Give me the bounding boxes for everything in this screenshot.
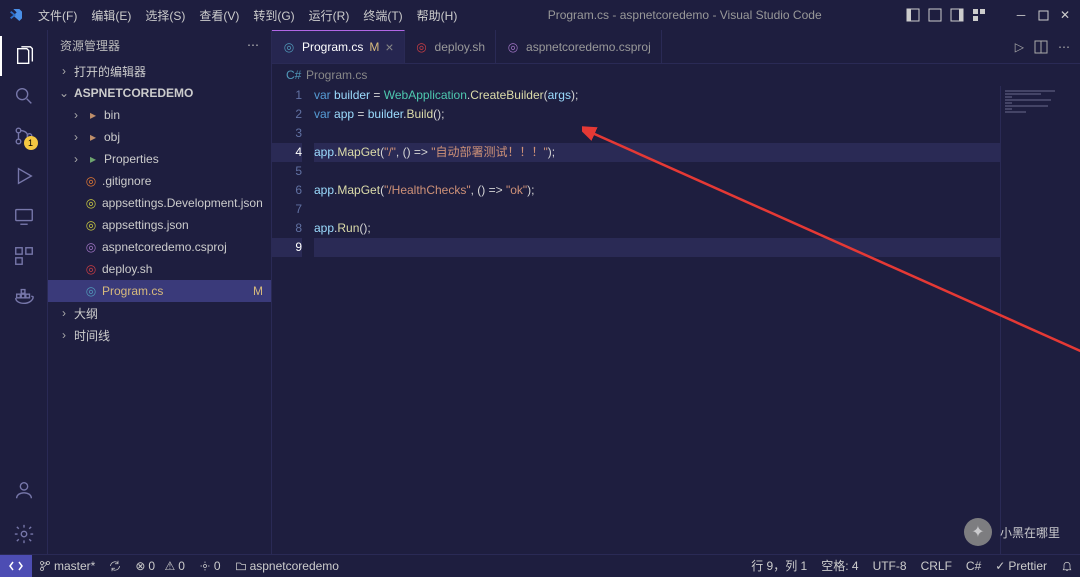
csharp-icon: C# — [286, 68, 300, 82]
file-icon: ◎ — [84, 284, 98, 298]
folder-bin[interactable]: ›▸bin — [48, 104, 271, 126]
vscode-icon — [8, 7, 24, 23]
sidebar-header: 资源管理器 ⋯ — [48, 30, 271, 60]
menu-help[interactable]: 帮助(H) — [411, 3, 464, 28]
file-tree: ›打开的编辑器 ⌄ASPNETCOREDEMO ›▸bin›▸obj›▸Prop… — [48, 60, 271, 554]
editor-area: ◎Program.csM×◎deploy.sh◎aspnetcoredemo.c… — [272, 30, 1080, 554]
activity-remote[interactable] — [0, 196, 48, 236]
tab-aspnetcoredemo.csproj[interactable]: ◎aspnetcoredemo.csproj — [496, 30, 662, 63]
file-icon: ◎ — [84, 262, 98, 276]
folder-obj[interactable]: ›▸obj — [48, 126, 271, 148]
status-prettier[interactable]: ✓ Prettier — [988, 555, 1054, 577]
layout-customize-icon[interactable] — [972, 8, 986, 22]
code-editor[interactable]: 123456789 var builder = WebApplication.C… — [272, 86, 1080, 554]
activity-settings[interactable] — [0, 514, 48, 554]
folder-Properties[interactable]: ›▸Properties — [48, 148, 271, 170]
status-sync[interactable] — [102, 555, 128, 577]
activity-explorer[interactable] — [0, 36, 48, 76]
breadcrumb-label: Program.cs — [306, 68, 367, 82]
status-bar: master* ⊗0 ⚠0 0 aspnetcoredemo 行 9，列 1 空… — [0, 554, 1080, 576]
status-spaces[interactable]: 空格: 4 — [814, 555, 865, 577]
file-icon: ◎ — [506, 40, 520, 54]
tab-Program.cs[interactable]: ◎Program.csM× — [272, 30, 405, 63]
close-tab-icon[interactable]: × — [385, 39, 393, 55]
section-workspace[interactable]: ⌄ASPNETCOREDEMO — [48, 82, 271, 104]
activity-account[interactable] — [0, 470, 48, 510]
menu-select[interactable]: 选择(S) — [139, 3, 191, 28]
status-branch[interactable]: master* — [32, 555, 102, 577]
status-problems[interactable]: ⊗0 ⚠0 — [128, 555, 192, 577]
file-icon: ◎ — [415, 40, 429, 54]
file-appsettings.json[interactable]: ◎appsettings.json — [48, 214, 271, 236]
file-appsettings.Development.json[interactable]: ◎appsettings.Development.json — [48, 192, 271, 214]
file-deploy.sh[interactable]: ◎deploy.sh — [48, 258, 271, 280]
title-bar: 文件(F) 编辑(E) 选择(S) 查看(V) 转到(G) 运行(R) 终端(T… — [0, 0, 1080, 30]
menu-go[interactable]: 转到(G) — [247, 3, 300, 28]
layout-secondary-icon[interactable] — [950, 8, 964, 22]
section-open-editors[interactable]: ›打开的编辑器 — [48, 60, 271, 82]
status-ports[interactable]: 0 — [192, 555, 228, 577]
file-aspnetcoredemo.csproj[interactable]: ◎aspnetcoredemo.csproj — [48, 236, 271, 258]
close-icon[interactable]: ✕ — [1058, 8, 1072, 22]
status-encoding[interactable]: UTF-8 — [866, 555, 914, 577]
status-project[interactable]: aspnetcoredemo — [228, 555, 346, 577]
folder-icon: ▸ — [86, 152, 100, 166]
section-timeline[interactable]: ›时间线 — [48, 324, 271, 346]
activity-search[interactable] — [0, 76, 48, 116]
breadcrumb[interactable]: C# Program.cs — [272, 64, 1080, 86]
editor-tabs: ◎Program.csM×◎deploy.sh◎aspnetcoredemo.c… — [272, 30, 1080, 64]
remote-indicator[interactable] — [0, 555, 32, 577]
file-icon: ◎ — [84, 240, 98, 254]
line-gutter: 123456789 — [272, 86, 314, 554]
status-language[interactable]: C# — [959, 555, 988, 577]
menu-view[interactable]: 查看(V) — [193, 3, 245, 28]
layout-primary-icon[interactable] — [906, 8, 920, 22]
more-editor-icon[interactable]: ⋯ — [1058, 40, 1070, 54]
file-icon: ◎ — [84, 196, 98, 210]
sidebar-more-icon[interactable]: ⋯ — [247, 38, 259, 52]
menu-bar: 文件(F) 编辑(E) 选择(S) 查看(V) 转到(G) 运行(R) 终端(T… — [32, 3, 463, 28]
layout-bottom-icon[interactable] — [928, 8, 942, 22]
menu-run[interactable]: 运行(R) — [303, 3, 356, 28]
section-outline[interactable]: ›大纲 — [48, 302, 271, 324]
activity-bar: 1 — [0, 30, 48, 554]
file-icon: ◎ — [282, 40, 296, 54]
wechat-icon: ✦ — [964, 518, 992, 546]
menu-edit[interactable]: 编辑(E) — [85, 3, 137, 28]
activity-docker[interactable] — [0, 276, 48, 316]
file-.gitignore[interactable]: ◎.gitignore — [48, 170, 271, 192]
activity-extensions[interactable] — [0, 236, 48, 276]
folder-icon: ▸ — [86, 108, 100, 122]
scm-badge: 1 — [24, 136, 38, 150]
run-editor-icon[interactable]: ▷ — [1015, 40, 1024, 54]
folder-icon: ▸ — [86, 130, 100, 144]
sidebar: 资源管理器 ⋯ ›打开的编辑器 ⌄ASPNETCOREDEMO ›▸bin›▸o… — [48, 30, 272, 554]
tab-deploy.sh[interactable]: ◎deploy.sh — [405, 30, 496, 63]
status-cursor[interactable]: 行 9，列 1 — [744, 555, 814, 577]
minimize-icon[interactable]: ─ — [1014, 8, 1028, 22]
file-icon: ◎ — [84, 174, 98, 188]
status-eol[interactable]: CRLF — [914, 555, 959, 577]
window-title: Program.cs - aspnetcoredemo - Visual Stu… — [463, 8, 906, 22]
menu-terminal[interactable]: 终端(T) — [357, 3, 408, 28]
activity-debug[interactable] — [0, 156, 48, 196]
minimap[interactable] — [1000, 86, 1080, 554]
menu-file[interactable]: 文件(F) — [32, 3, 83, 28]
split-editor-icon[interactable] — [1034, 40, 1048, 54]
status-bell-icon[interactable] — [1054, 555, 1080, 577]
file-Program.cs[interactable]: ◎Program.csM — [48, 280, 271, 302]
watermark: ✦ 小黑在哪里 — [964, 518, 1060, 546]
code-lines[interactable]: var builder = WebApplication.CreateBuild… — [314, 86, 1000, 554]
sidebar-title: 资源管理器 — [60, 37, 120, 54]
activity-scm[interactable]: 1 — [0, 116, 48, 156]
maximize-icon[interactable] — [1036, 8, 1050, 22]
file-icon: ◎ — [84, 218, 98, 232]
